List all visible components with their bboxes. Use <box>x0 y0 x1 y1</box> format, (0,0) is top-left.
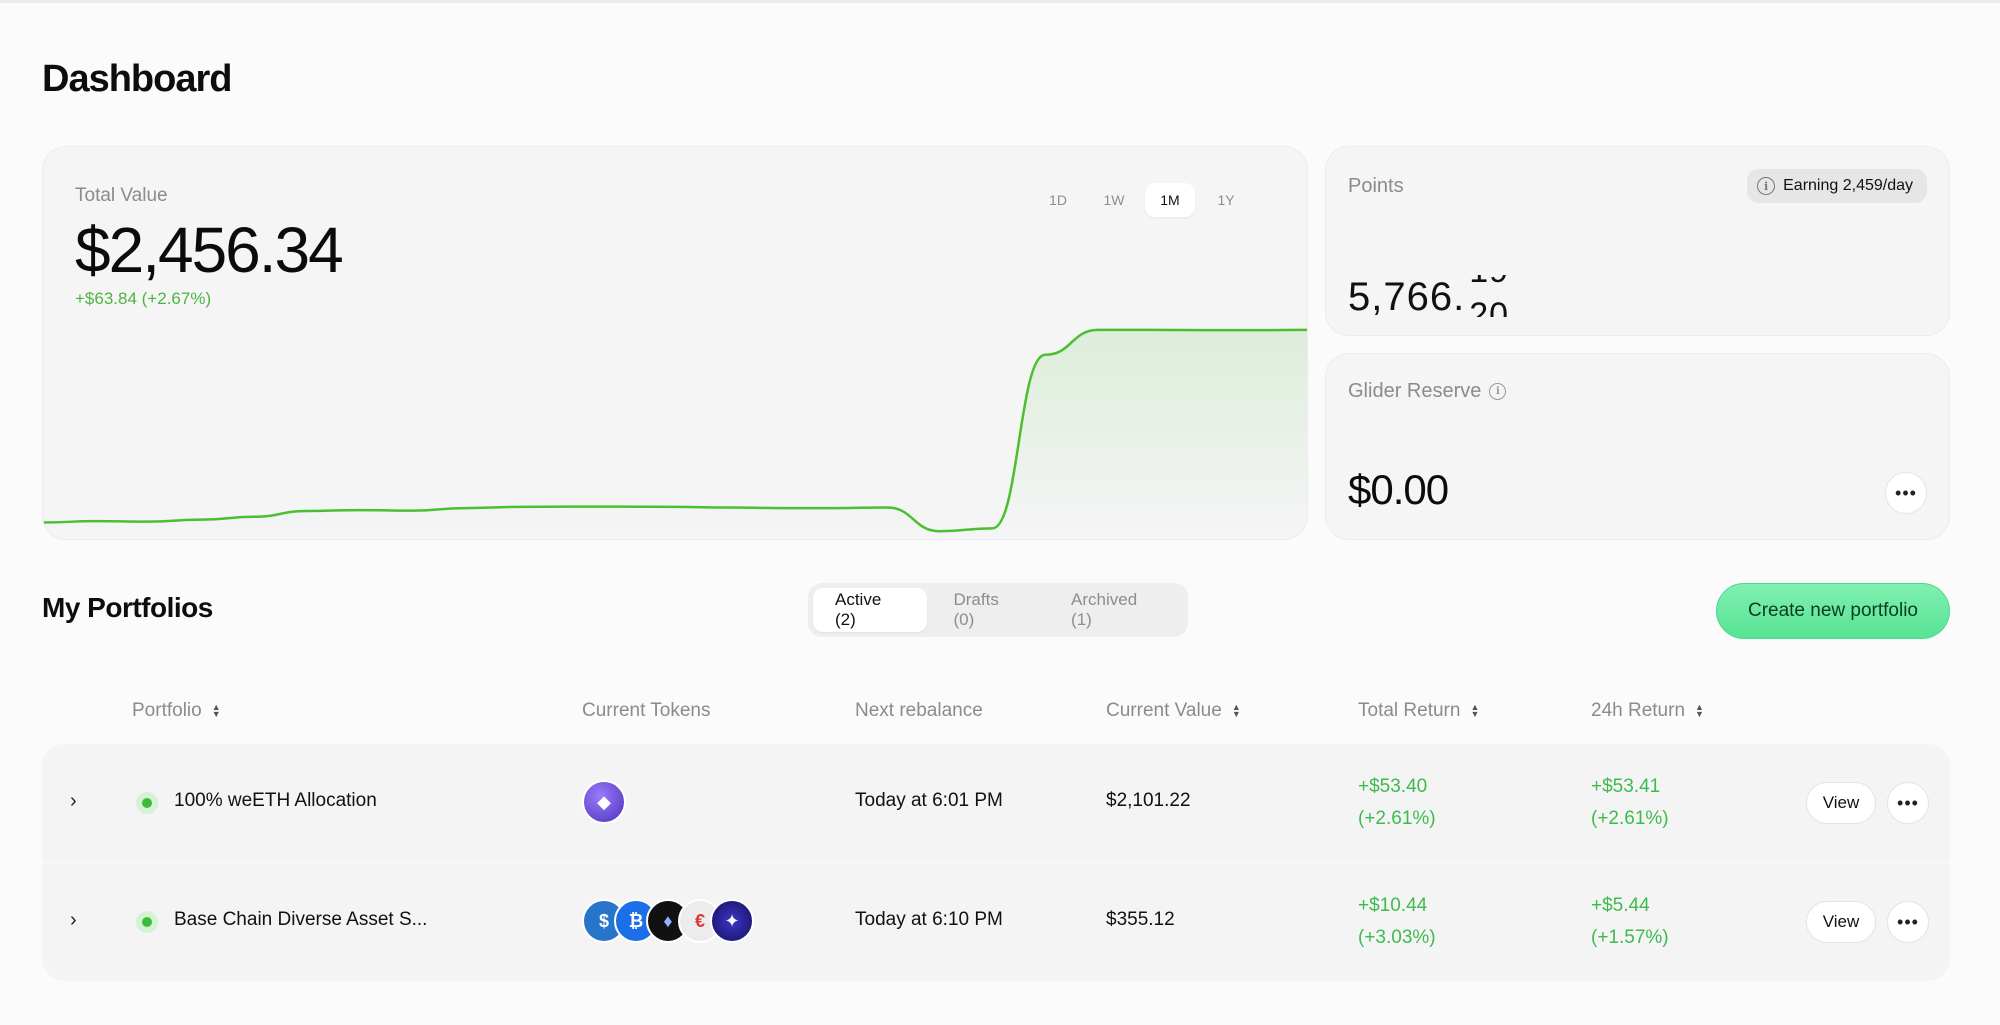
token-stack: ◆ <box>582 780 626 824</box>
chart-area-fill <box>43 329 1307 539</box>
active-status-icon <box>136 792 158 814</box>
column-header-label: Next rebalance <box>855 700 983 721</box>
points-roller-bottom: 20 <box>1469 296 1510 317</box>
current-value: $355.12 <box>1106 909 1175 930</box>
glider-reserve-value: $0.00 <box>1348 466 1449 513</box>
top-divider <box>0 0 2000 3</box>
total-value-change: +$63.84 (+2.67%) <box>75 289 212 308</box>
column-header-portfolio[interactable]: Portfolio ▲ ▼ <box>132 700 221 722</box>
earning-text: Earning 2,459/day <box>1783 177 1913 194</box>
day-return-percent: (+1.57%) <box>1591 927 1669 948</box>
total-return: +$53.40 (+2.61%) <box>1358 771 1436 835</box>
range-tab-1w[interactable]: 1W <box>1089 183 1139 217</box>
total-return-percent: (+3.03%) <box>1358 927 1436 948</box>
create-portfolio-button[interactable]: Create new portfolio <box>1716 583 1950 639</box>
portfolio-status-tabs: Active (2) Drafts (0) Archived (1) <box>808 583 1188 637</box>
total-value-card: Total Value $2,456.34 +$63.84 (+2.67%) 1… <box>42 146 1308 540</box>
view-button[interactable]: View <box>1806 901 1876 943</box>
column-header-current-value[interactable]: Current Value ▲ ▼ <box>1106 700 1241 722</box>
range-tab-1m[interactable]: 1M <box>1145 183 1195 217</box>
column-header-24h-return[interactable]: 24h Return ▲ ▼ <box>1591 700 1704 722</box>
token-stack: $ ₿ ♦ € ✦ <box>582 899 754 943</box>
table-row[interactable]: › Base Chain Diverse Asset S... $ ₿ ♦ € … <box>42 863 1950 981</box>
day-return: +$5.44 (+1.57%) <box>1591 890 1669 954</box>
day-return-amount: +$53.41 <box>1591 776 1661 797</box>
total-value-amount: $2,456.34 <box>75 214 344 286</box>
active-status-icon <box>136 911 158 933</box>
column-header-tokens: Current Tokens <box>582 700 711 722</box>
range-tab-1d[interactable]: 1D <box>1033 183 1083 217</box>
glider-reserve-label-text: Glider Reserve <box>1348 380 1482 402</box>
points-roller-top: 19 <box>1469 275 1509 293</box>
points-value: 5,766. 19 20 <box>1348 275 1509 317</box>
glider-reserve-label: Glider Reserve i <box>1348 380 1507 403</box>
points-card: Points i Earning 2,459/day 5,766. 19 20 <box>1325 146 1950 336</box>
expand-chevron-icon[interactable]: › <box>70 909 77 932</box>
tab-archived[interactable]: Archived (1) <box>1049 588 1183 632</box>
glider-reserve-card: Glider Reserve i $0.00 ••• <box>1325 353 1950 540</box>
day-return: +$53.41 (+2.61%) <box>1591 771 1669 835</box>
total-return: +$10.44 (+3.03%) <box>1358 890 1436 954</box>
table-row[interactable]: › 100% weETH Allocation ◆ Today at 6:01 … <box>42 744 1950 862</box>
column-header-next-rebalance: Next rebalance <box>855 700 983 722</box>
sort-icon: ▲ ▼ <box>211 702 221 719</box>
column-header-label: 24h Return <box>1591 700 1686 721</box>
expand-chevron-icon[interactable]: › <box>70 790 77 813</box>
weeth-icon: ◆ <box>582 780 626 824</box>
page-title: Dashboard <box>42 58 232 100</box>
portfolio-name[interactable]: 100% weETH Allocation <box>174 790 377 812</box>
sort-icon: ▲ ▼ <box>1695 702 1704 719</box>
total-return-amount: +$10.44 <box>1358 895 1428 916</box>
info-icon[interactable]: i <box>1489 383 1507 400</box>
sort-icon: ▲ ▼ <box>1231 702 1241 719</box>
points-value-roller: 19 20 <box>1469 275 1509 317</box>
column-header-total-return[interactable]: Total Return ▲ ▼ <box>1358 700 1479 722</box>
column-header-label: Current Tokens <box>582 700 711 721</box>
column-header-label: Current Value <box>1106 700 1222 721</box>
tab-drafts[interactable]: Drafts (0) <box>931 588 1045 632</box>
column-header-label: Total Return <box>1358 700 1461 721</box>
day-return-percent: (+2.61%) <box>1591 808 1669 829</box>
next-rebalance: Today at 6:01 PM <box>855 790 1003 811</box>
row-more-button[interactable]: ••• <box>1887 782 1929 824</box>
column-header-label: Portfolio <box>132 700 202 721</box>
earning-badge: i Earning 2,459/day <box>1747 169 1927 203</box>
reserve-more-button[interactable]: ••• <box>1885 472 1927 514</box>
points-label: Points <box>1348 175 1404 197</box>
view-button[interactable]: View <box>1806 782 1876 824</box>
range-tabs: 1D 1W 1M 1Y <box>1033 183 1251 217</box>
tab-active[interactable]: Active (2) <box>813 588 928 632</box>
portfolio-name[interactable]: Base Chain Diverse Asset S... <box>174 909 427 931</box>
next-rebalance: Today at 6:10 PM <box>855 909 1003 930</box>
range-tab-1y[interactable]: 1Y <box>1201 183 1251 217</box>
total-value-label: Total Value <box>75 185 168 206</box>
points-value-main: 5,766. <box>1348 275 1466 317</box>
day-return-amount: +$5.44 <box>1591 895 1650 916</box>
info-icon: i <box>1757 177 1776 195</box>
row-more-button[interactable]: ••• <box>1887 901 1929 943</box>
sort-icon: ▲ ▼ <box>1470 702 1480 719</box>
network-token-icon: ✦ <box>710 899 754 943</box>
total-return-percent: (+2.61%) <box>1358 808 1436 829</box>
my-portfolios-title: My Portfolios <box>42 592 213 623</box>
current-value: $2,101.22 <box>1106 790 1191 811</box>
total-return-amount: +$53.40 <box>1358 776 1428 797</box>
